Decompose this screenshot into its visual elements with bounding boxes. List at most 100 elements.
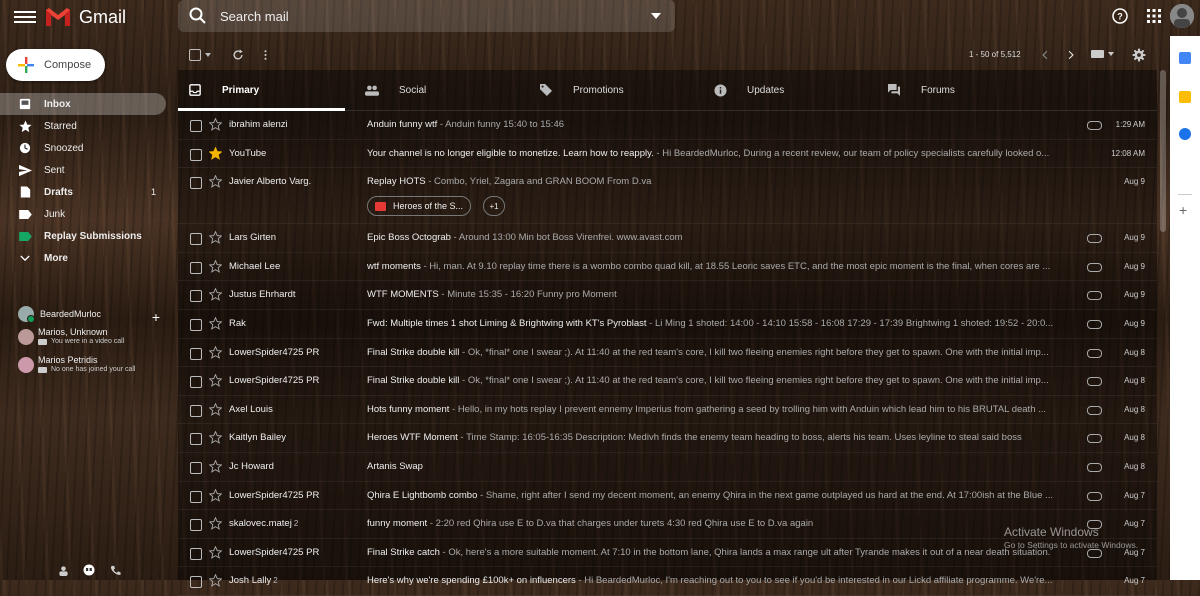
- row-checkbox[interactable]: [190, 547, 202, 560]
- row-checkbox[interactable]: [190, 318, 202, 331]
- help-icon[interactable]: ?: [1108, 4, 1132, 28]
- row-checkbox[interactable]: [190, 290, 202, 303]
- row-checkbox[interactable]: [190, 120, 202, 132]
- email-content: Replay HOTS - Combo, Yriel, Zagara and G…: [367, 176, 1075, 187]
- star-icon[interactable]: [209, 231, 222, 245]
- main-menu-icon[interactable]: [14, 8, 36, 26]
- star-icon[interactable]: [209, 345, 222, 359]
- get-addons-icon[interactable]: +: [1179, 202, 1187, 218]
- star-icon[interactable]: [209, 488, 222, 502]
- refresh-icon[interactable]: [230, 47, 246, 63]
- row-checkbox[interactable]: [190, 177, 202, 190]
- attachment-chip[interactable]: Heroes of the S...: [367, 196, 472, 217]
- sidebar-item-drafts[interactable]: Drafts 1: [0, 181, 176, 203]
- email-content: Your channel is no longer eligible to mo…: [367, 148, 1075, 159]
- row-checkbox[interactable]: [190, 519, 202, 532]
- attachment-icon: [1087, 491, 1102, 501]
- table-row[interactable]: Axel Louis Hots funny moment - Hello, in …: [178, 396, 1157, 425]
- email-sender: LowerSpider4725 PR: [229, 490, 359, 501]
- tasks-icon[interactable]: [1179, 128, 1191, 140]
- star-icon[interactable]: [209, 288, 222, 302]
- star-icon[interactable]: [209, 459, 222, 473]
- search-options-caret-icon[interactable]: [651, 13, 661, 19]
- sidebar-item-sent[interactable]: Sent: [0, 159, 176, 181]
- row-checkbox[interactable]: [190, 461, 202, 474]
- table-row[interactable]: ibrahim alenzi Anduin funny wtf - Anduin …: [178, 111, 1157, 140]
- table-row[interactable]: Lars Girten Epic Boss Octograb - Around 1…: [178, 224, 1157, 253]
- row-checkbox[interactable]: [190, 376, 202, 389]
- star-icon[interactable]: [209, 431, 222, 445]
- scrollbar-thumb[interactable]: [1160, 70, 1166, 232]
- table-row[interactable]: Jc Howard Artanis Swap Aug 8: [178, 453, 1157, 482]
- apps-grid-icon[interactable]: [1142, 4, 1166, 28]
- chevron-right-icon[interactable]: [1065, 48, 1077, 62]
- more-attachments-chip[interactable]: +1: [483, 196, 505, 217]
- star-icon[interactable]: [209, 402, 222, 416]
- row-checkbox[interactable]: [190, 576, 202, 589]
- add-contact-icon[interactable]: +: [152, 309, 160, 325]
- search-input[interactable]: [218, 7, 642, 25]
- search-bar[interactable]: [178, 0, 675, 32]
- tab-promotions[interactable]: Promotions: [529, 70, 703, 110]
- email-subject: Epic Boss Octograb: [367, 232, 451, 244]
- tab-updates[interactable]: Updates: [703, 70, 877, 110]
- gear-icon[interactable]: [1131, 47, 1147, 63]
- row-checkbox[interactable]: [190, 490, 202, 503]
- star-icon[interactable]: [209, 146, 222, 160]
- row-checkbox[interactable]: [190, 261, 202, 274]
- hangouts-user[interactable]: BeardedMurloc: [0, 303, 176, 325]
- select-all-checkbox[interactable]: [189, 49, 211, 61]
- row-checkbox[interactable]: [190, 404, 202, 417]
- account-avatar[interactable]: [1170, 4, 1194, 28]
- table-row[interactable]: Javier Alberto Varg. Replay HOTS - Combo,…: [178, 168, 1157, 225]
- table-row[interactable]: LowerSpider4725 PR Final Strike double ki…: [178, 367, 1157, 396]
- table-row[interactable]: Rak Fwd: Multiple times 1 shot Liming & B…: [178, 310, 1157, 339]
- sidebar-item-snoozed[interactable]: Snoozed: [0, 137, 176, 159]
- star-icon[interactable]: [209, 175, 222, 189]
- scrollbar[interactable]: [1159, 70, 1167, 580]
- hangouts-icon[interactable]: [82, 563, 96, 577]
- table-row[interactable]: Kaitlyn Bailey Heroes WTF Moment - Time S…: [178, 424, 1157, 453]
- sidebar-item-replay-submissions[interactable]: Replay Submissions: [0, 225, 176, 247]
- select-dropdown-caret-icon[interactable]: [205, 53, 211, 57]
- hangouts-contact[interactable]: Marios Petridis No one has joined your c…: [18, 353, 176, 381]
- row-checkbox[interactable]: [190, 347, 202, 360]
- calendar-icon[interactable]: [1179, 52, 1191, 64]
- table-row[interactable]: Justus Ehrhardt WTF MOMENTS - Minute 15:3…: [178, 281, 1157, 310]
- star-icon[interactable]: [209, 374, 222, 388]
- star-icon[interactable]: [209, 259, 222, 273]
- sidebar-item-inbox[interactable]: Inbox: [0, 93, 166, 115]
- table-row[interactable]: YouTube Your channel is no longer eligibl…: [178, 140, 1157, 169]
- table-row[interactable]: LowerSpider4725 PR Qhira E Lightbomb comb…: [178, 482, 1157, 511]
- tab-social[interactable]: Social: [355, 70, 529, 110]
- star-icon[interactable]: [209, 545, 222, 559]
- email-date: Aug 7: [1124, 576, 1145, 586]
- table-row[interactable]: Michael Lee wtf moments - Hi, man. At 9.1…: [178, 253, 1157, 282]
- row-checkbox[interactable]: [190, 148, 202, 161]
- tab-primary[interactable]: Primary: [178, 70, 345, 111]
- sidebar-item-more[interactable]: More: [0, 247, 176, 269]
- sidebar-item-junk[interactable]: Junk: [0, 203, 176, 225]
- sidebar-item-starred[interactable]: Starred: [0, 115, 176, 137]
- table-row[interactable]: LowerSpider4725 PR Final Strike double ki…: [178, 339, 1157, 368]
- gmail-logo[interactable]: Gmail: [45, 4, 126, 30]
- chevron-left-icon[interactable]: [1039, 48, 1051, 62]
- checkbox[interactable]: [189, 49, 201, 61]
- star-icon[interactable]: [209, 574, 222, 588]
- row-checkbox[interactable]: [190, 433, 202, 446]
- search-icon[interactable]: [188, 6, 208, 26]
- phone-icon[interactable]: [108, 563, 122, 577]
- compose-button[interactable]: Compose: [6, 49, 105, 81]
- keep-icon[interactable]: [1179, 91, 1191, 103]
- person-icon[interactable]: [56, 563, 70, 577]
- email-subject: Fwd: Multiple times 1 shot Liming & Brig…: [367, 317, 647, 329]
- hangouts-contact[interactable]: Marios, Unknown You were in a video call: [18, 325, 176, 353]
- star-icon[interactable]: [209, 118, 222, 131]
- tab-forums[interactable]: Forums: [877, 70, 1051, 110]
- input-tools-keyboard-icon[interactable]: [1091, 50, 1114, 58]
- row-checkbox[interactable]: [190, 233, 202, 246]
- star-icon[interactable]: [209, 316, 222, 330]
- table-row[interactable]: Josh Lally 2 Here's why we're spending £10…: [178, 567, 1157, 596]
- star-icon[interactable]: [209, 517, 222, 530]
- more-options-icon[interactable]: [262, 48, 268, 62]
